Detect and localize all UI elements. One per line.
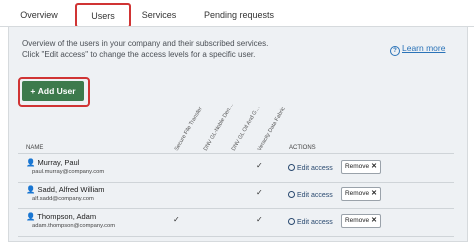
user-name-text: Murray, Paul	[37, 158, 80, 167]
row-divider	[18, 208, 454, 209]
user-name-text: Thompson, Adam	[37, 212, 97, 221]
edit-access-link[interactable]: Edit access	[288, 163, 333, 172]
service-check: ✓	[256, 161, 263, 170]
edit-access-label: Edit access	[297, 165, 333, 172]
person-icon: 👤	[26, 212, 36, 221]
service-check: ✓	[256, 188, 263, 197]
close-icon: ✕	[371, 217, 378, 224]
add-user-button[interactable]: + Add User	[22, 81, 84, 101]
remove-label: Remove	[344, 190, 370, 197]
header-divider	[18, 153, 454, 154]
row-divider	[18, 182, 454, 183]
user-name-text: Sadd, Alfred William	[37, 185, 105, 194]
table-row: 👤 Murray, Paul paul.murray@company.com ✓…	[18, 156, 454, 182]
user-email: adam.thompson@company.com	[32, 223, 116, 229]
remove-button[interactable]: Remove ✕	[341, 214, 381, 228]
user-email: alf.sadd@company.com	[32, 196, 94, 202]
learn-more-label: Learn more	[402, 43, 446, 53]
remove-label: Remove	[344, 217, 370, 224]
add-user-label: Add User	[37, 86, 76, 96]
remove-label: Remove	[344, 163, 370, 170]
overview-line-1: Overview of the users in your company an…	[22, 39, 269, 48]
row-divider	[18, 236, 454, 237]
user-name: 👤 Sadd, Alfred William	[26, 185, 105, 194]
overview-line-2: Click "Edit access" to change the access…	[22, 50, 256, 59]
edit-access-link[interactable]: Edit access	[288, 190, 333, 199]
gear-icon	[288, 218, 295, 225]
service-check: ✓	[256, 215, 263, 224]
tab-services[interactable]: Services	[136, 4, 182, 26]
user-email: paul.murray@company.com	[32, 169, 105, 175]
table-row: 👤 Thompson, Adam adam.thompson@company.c…	[18, 211, 454, 237]
gear-icon	[288, 164, 295, 171]
plus-icon: +	[30, 86, 36, 96]
close-icon: ✕	[371, 163, 378, 170]
person-icon: 👤	[26, 185, 36, 194]
info-icon: ?	[390, 46, 400, 56]
learn-more-link[interactable]: ? Learn more	[390, 38, 445, 56]
user-name: 👤 Thompson, Adam	[26, 212, 96, 221]
edit-access-label: Edit access	[297, 192, 333, 199]
overview-text: Overview of the users in your company an…	[22, 38, 362, 60]
users-tab-highlight	[75, 3, 131, 28]
gear-icon	[288, 191, 295, 198]
user-name: 👤 Murray, Paul	[26, 158, 79, 167]
column-actions-header: ACTIONS	[289, 145, 316, 151]
edit-access-label: Edit access	[297, 219, 333, 226]
tab-pending-requests[interactable]: Pending requests	[198, 4, 280, 26]
remove-button[interactable]: Remove ✕	[341, 160, 381, 174]
remove-button[interactable]: Remove ✕	[341, 187, 381, 201]
column-name-header: NAME	[26, 145, 44, 151]
service-check: ✓	[173, 215, 180, 224]
tab-overview[interactable]: Overview	[16, 4, 62, 26]
tab-users[interactable]: Users	[75, 3, 131, 28]
edit-access-link[interactable]: Edit access	[288, 217, 333, 226]
close-icon: ✕	[371, 190, 378, 197]
person-icon: 👤	[26, 158, 36, 167]
